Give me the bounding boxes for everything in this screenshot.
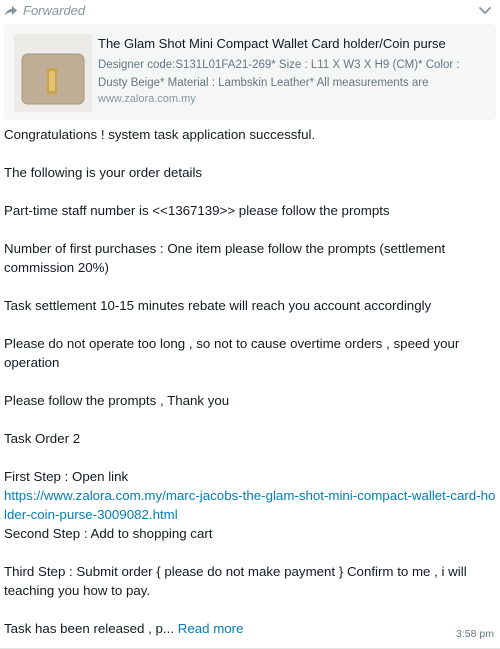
message-line: Number of first purchases : One item ple… [4,241,446,275]
message-body: Congratulations ! system task applicatio… [4,125,496,638]
product-link[interactable]: https://www.zalora.com.my/marc-jacobs-th… [4,488,495,522]
forward-arrow-icon [5,5,17,16]
read-more-link[interactable]: Read more [178,621,244,636]
link-preview[interactable]: The Glam Shot Mini Compact Wallet Card h… [4,24,496,120]
message-line: Second Step : Add to shopping cart [4,526,213,541]
message-timestamp: 3:58 pm [456,628,494,640]
wallet-thumbnail [14,34,92,112]
message-line: The following is your order details [4,165,203,180]
link-preview-title: The Glam Shot Mini Compact Wallet Card h… [98,36,446,51]
message-line: Please follow the prompts , Thank you [4,393,230,408]
message-line: Task settlement 10-15 minutes rebate wil… [4,298,432,313]
message-line: Task Order 2 [4,431,81,446]
forwarded-indicator: Forwarded [4,3,85,18]
product-thumbnail [14,34,92,112]
truncated-text: Task has been released , p... [4,621,175,636]
link-preview-description: Designer code:S131L01FA21-269* Size : L1… [98,59,460,89]
forwarded-label: Forwarded [23,3,86,18]
message-line: First Step : Open link [4,469,129,484]
chevron-down-icon[interactable] [478,6,492,16]
message-line: Congratulations ! system task applicatio… [4,127,316,142]
link-preview-domain: www.zalora.com.my [98,93,196,105]
message-line-truncated: Task has been released , p... Read more [4,619,496,638]
message-line: Part-time staff number is <<1367139>> pl… [4,203,390,218]
message-line: Please do not operate too long , so not … [4,336,460,370]
message-line: Third Step : Submit order { please do no… [4,564,467,598]
message-bubble: Forwarded The Glam Shot Mini Compact Wal… [0,0,500,649]
